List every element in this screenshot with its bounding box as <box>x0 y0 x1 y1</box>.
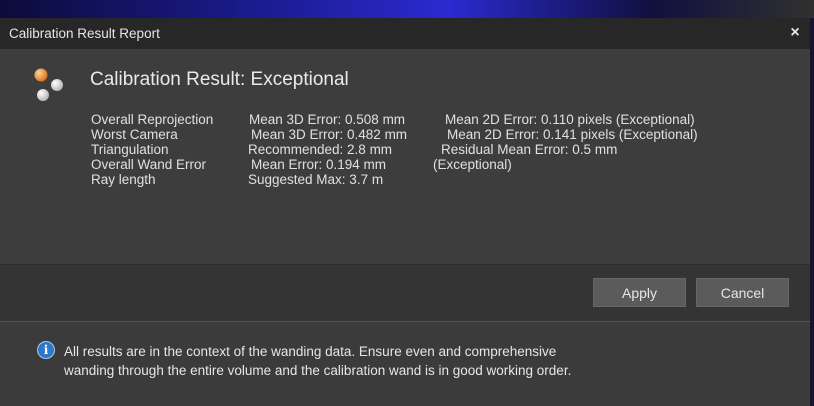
info-icon: i <box>37 341 55 359</box>
result-content-panel: Calibration Result: Exceptional Overall … <box>0 49 810 264</box>
metric-value-mean-error: Mean Error: 0.194 mm <box>251 157 387 172</box>
metric-value-rating: (Exceptional) <box>433 157 512 172</box>
info-footer: i All results are in the context of the … <box>0 321 810 406</box>
background-viewport-strip <box>0 0 814 18</box>
metric-label: Triangulation <box>91 142 169 157</box>
metric-value-3d: Mean 3D Error: 0.482 mm <box>251 127 408 142</box>
close-icon[interactable]: × <box>786 24 804 42</box>
metric-value-residual: Residual Mean Error: 0.5 mm <box>441 142 618 157</box>
metric-label: Worst Camera <box>91 127 178 142</box>
metric-value-suggested-max: Suggested Max: 3.7 m <box>248 172 384 187</box>
cancel-button[interactable]: Cancel <box>696 278 789 307</box>
dialog-button-bar: Apply Cancel <box>0 264 810 321</box>
background-viewport-edge <box>810 18 814 406</box>
info-message: All results are in the context of the wa… <box>64 342 571 380</box>
metric-value-recommended: Recommended: 2.8 mm <box>248 142 393 157</box>
metric-value-3d: Mean 3D Error: 0.508 mm <box>249 112 406 127</box>
dialog-title: Calibration Result Report <box>9 26 160 41</box>
calibration-result-dialog: Calibration Result Report × Calibration … <box>0 18 810 406</box>
result-heading: Calibration Result: Exceptional <box>90 69 349 90</box>
info-message-line: All results are in the context of the wa… <box>64 344 557 359</box>
metric-label: Ray length <box>91 172 156 187</box>
metric-value-2d: Mean 2D Error: 0.141 pixels (Exceptional… <box>447 127 698 142</box>
calibration-markers-icon <box>34 68 63 101</box>
metric-label: Overall Reprojection <box>91 112 214 127</box>
metric-label: Overall Wand Error <box>91 157 207 172</box>
info-message-line: wanding through the entire volume and th… <box>64 363 572 378</box>
metric-value-2d: Mean 2D Error: 0.110 pixels (Exceptional… <box>445 112 695 127</box>
dialog-titlebar[interactable]: Calibration Result Report × <box>0 18 810 49</box>
apply-button[interactable]: Apply <box>593 278 686 307</box>
